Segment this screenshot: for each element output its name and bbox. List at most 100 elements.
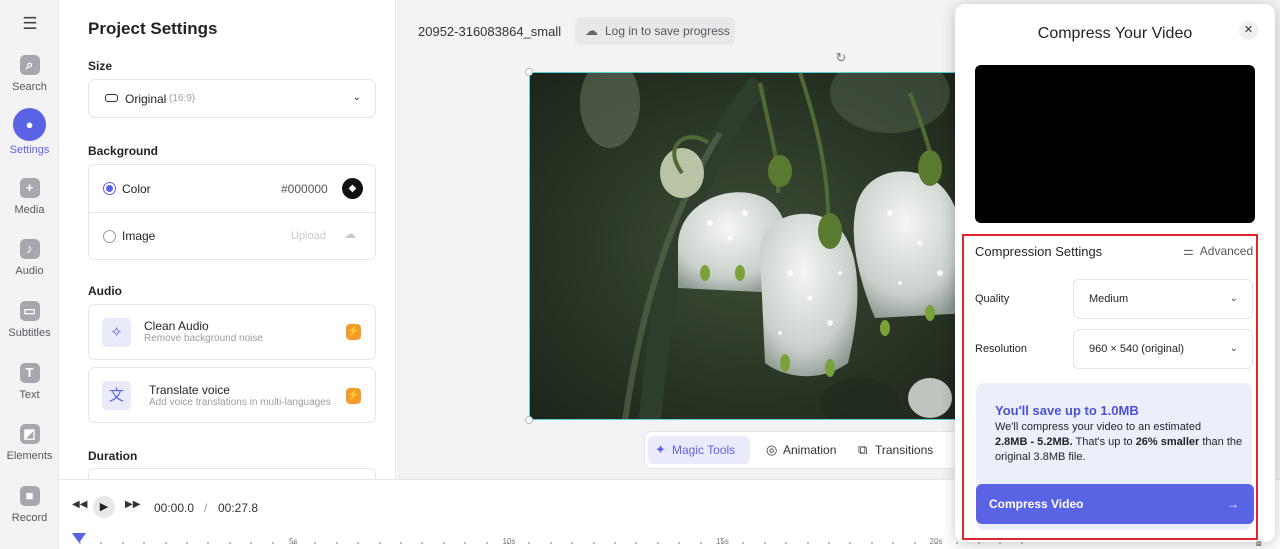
- subtitles-icon: ▭: [19, 301, 40, 321]
- timeline-tick: [592, 542, 595, 544]
- timeline-tick: [143, 542, 146, 544]
- color-label: Color: [122, 182, 151, 196]
- fast-forward-icon[interactable]: ▶▶: [125, 499, 140, 510]
- timeline-label: 10s: [502, 537, 516, 546]
- magic-wand-icon: ✦: [655, 442, 666, 457]
- timeline-tick: [806, 542, 809, 544]
- rail-item-elements[interactable]: ◩ Elements: [0, 424, 59, 476]
- project-filename[interactable]: 20952-316083864_small: [418, 24, 561, 39]
- advanced-button[interactable]: ⚌ Advanced: [1183, 244, 1253, 258]
- resize-handle[interactable]: [525, 416, 533, 424]
- rewind-icon[interactable]: ◀◀: [72, 499, 87, 510]
- size-heading: Size: [88, 59, 113, 73]
- background-heading: Background: [88, 144, 159, 158]
- resolution-label: Resolution: [975, 343, 1027, 355]
- quality-value: Medium: [1089, 293, 1129, 305]
- rail-item-settings[interactable]: ● Settings: [0, 108, 59, 167]
- timeline-label: 5s: [289, 537, 298, 546]
- clean-audio-card[interactable]: ✧ Clean Audio Remove background noise ⚡: [88, 304, 376, 360]
- timeline-tick: [635, 542, 638, 544]
- timeline-tick: [549, 542, 552, 544]
- rail-label: Search: [12, 81, 47, 93]
- chevron-down-icon: ⌄: [1229, 343, 1238, 354]
- radio-image[interactable]: [103, 230, 116, 243]
- timeline-tick: [699, 542, 702, 544]
- timeline-label: 20s: [929, 537, 943, 546]
- magic-tools-button[interactable]: ✦ Magic Tools: [648, 436, 750, 464]
- timeline-tick: [442, 542, 445, 544]
- cloud-off-icon: ☁: [585, 23, 598, 38]
- divider: [89, 212, 375, 213]
- translate-voice-card[interactable]: 文 Translate voice Add voice translations…: [88, 367, 376, 423]
- resize-handle[interactable]: [525, 68, 533, 76]
- cloud-upload-icon[interactable]: ☁: [344, 227, 356, 241]
- chevron-down-icon: ⌄: [1229, 293, 1238, 304]
- lightning-icon: ⚡: [346, 324, 361, 340]
- animation-button[interactable]: ◎ Animation: [759, 436, 849, 464]
- timeline-tick: [271, 542, 274, 544]
- timeline-tick: [999, 542, 1002, 544]
- timeline-tick: [314, 542, 317, 544]
- close-icon: ✕: [1243, 24, 1254, 36]
- transitions-icon: ⧉: [858, 442, 868, 457]
- sparkle-icon: ✧: [102, 318, 131, 347]
- timeline-label: 15s: [716, 537, 729, 546]
- rotate-icon[interactable]: ↻: [833, 50, 849, 66]
- translate-icon[interactable]: ⧈: [1256, 538, 1270, 549]
- close-button[interactable]: ✕: [1239, 21, 1258, 40]
- upload-label[interactable]: Upload: [291, 230, 326, 242]
- size-select[interactable]: Original (16:9) ⌄: [88, 79, 376, 118]
- video-preview[interactable]: [529, 72, 969, 420]
- transitions-button[interactable]: ⧉ Transitions: [851, 436, 951, 464]
- sliders-icon: ⚌: [1183, 244, 1194, 258]
- chevron-down-icon: ⌄: [352, 92, 361, 103]
- timeline-tick: [79, 542, 81, 544]
- quality-label: Quality: [975, 293, 1010, 305]
- settings-icon: ●: [13, 108, 46, 141]
- login-button[interactable]: ☁ Log in to save progress: [575, 17, 735, 45]
- timeline-tick: [828, 542, 830, 544]
- savings-description: We'll compress your video to an estimate…: [995, 420, 1245, 465]
- timeline-tick: [913, 542, 916, 544]
- timeline-tick: [678, 542, 681, 544]
- duration-card[interactable]: [88, 468, 376, 479]
- animation-label: Animation: [783, 443, 837, 457]
- timeline-tick: [742, 542, 745, 544]
- savings-percent: 26% smaller: [1135, 436, 1200, 448]
- resolution-select[interactable]: 960 × 540 (original) ⌄: [1073, 329, 1253, 369]
- time-separator: /: [204, 501, 208, 515]
- resolution-value: 960 × 540 (original): [1089, 343, 1185, 355]
- rail-label: Settings: [9, 144, 50, 156]
- rail-item-text[interactable]: T Text: [0, 363, 59, 415]
- left-rail: ☰ ⌕ Search ● Settings + Media ♪ Audio ▭ …: [0, 0, 59, 549]
- audio-heading: Audio: [88, 284, 122, 298]
- clean-audio-subtitle: Remove background noise: [144, 333, 263, 344]
- login-label: Log in to save progress: [605, 24, 730, 38]
- rail-label: Elements: [6, 450, 53, 462]
- rail-item-media[interactable]: + Media: [0, 178, 59, 230]
- rail-item-record[interactable]: ■ Record: [0, 486, 59, 538]
- compress-video-preview: [975, 65, 1255, 223]
- timeline-tick: [421, 542, 424, 544]
- quality-select[interactable]: Medium ⌄: [1073, 279, 1253, 319]
- paint-bucket-icon[interactable]: ◆: [342, 178, 363, 199]
- rail-item-search[interactable]: ⌕ Search: [0, 55, 59, 107]
- aspect-ratio-icon: [105, 94, 118, 102]
- savings-text: We'll compress your video to an estimate…: [995, 421, 1202, 433]
- canvas-toolbar: ✦ Magic Tools ◎ Animation ⧉ Transitions: [644, 431, 964, 469]
- timeline-tick: [485, 542, 488, 544]
- timeline-tick: [849, 542, 852, 544]
- timeline-tick: [763, 542, 766, 544]
- compress-video-button[interactable]: Compress Video →: [976, 484, 1254, 524]
- radio-color[interactable]: [103, 182, 116, 195]
- play-button[interactable]: ▶: [93, 496, 115, 518]
- rail-item-subtitles[interactable]: ▭ Subtitles: [0, 301, 59, 353]
- timeline-tick: [614, 542, 616, 544]
- modal-title: Compress Your Video: [1037, 25, 1193, 42]
- timeline-tick: [528, 542, 531, 544]
- savings-heading: You'll save up to 1.0MB: [995, 403, 1139, 418]
- hamburger-menu-icon[interactable]: ☰: [20, 14, 40, 34]
- rail-item-audio[interactable]: ♪ Audio: [0, 239, 59, 291]
- rail-label: Text: [19, 389, 40, 401]
- timeline-tick: [357, 542, 360, 544]
